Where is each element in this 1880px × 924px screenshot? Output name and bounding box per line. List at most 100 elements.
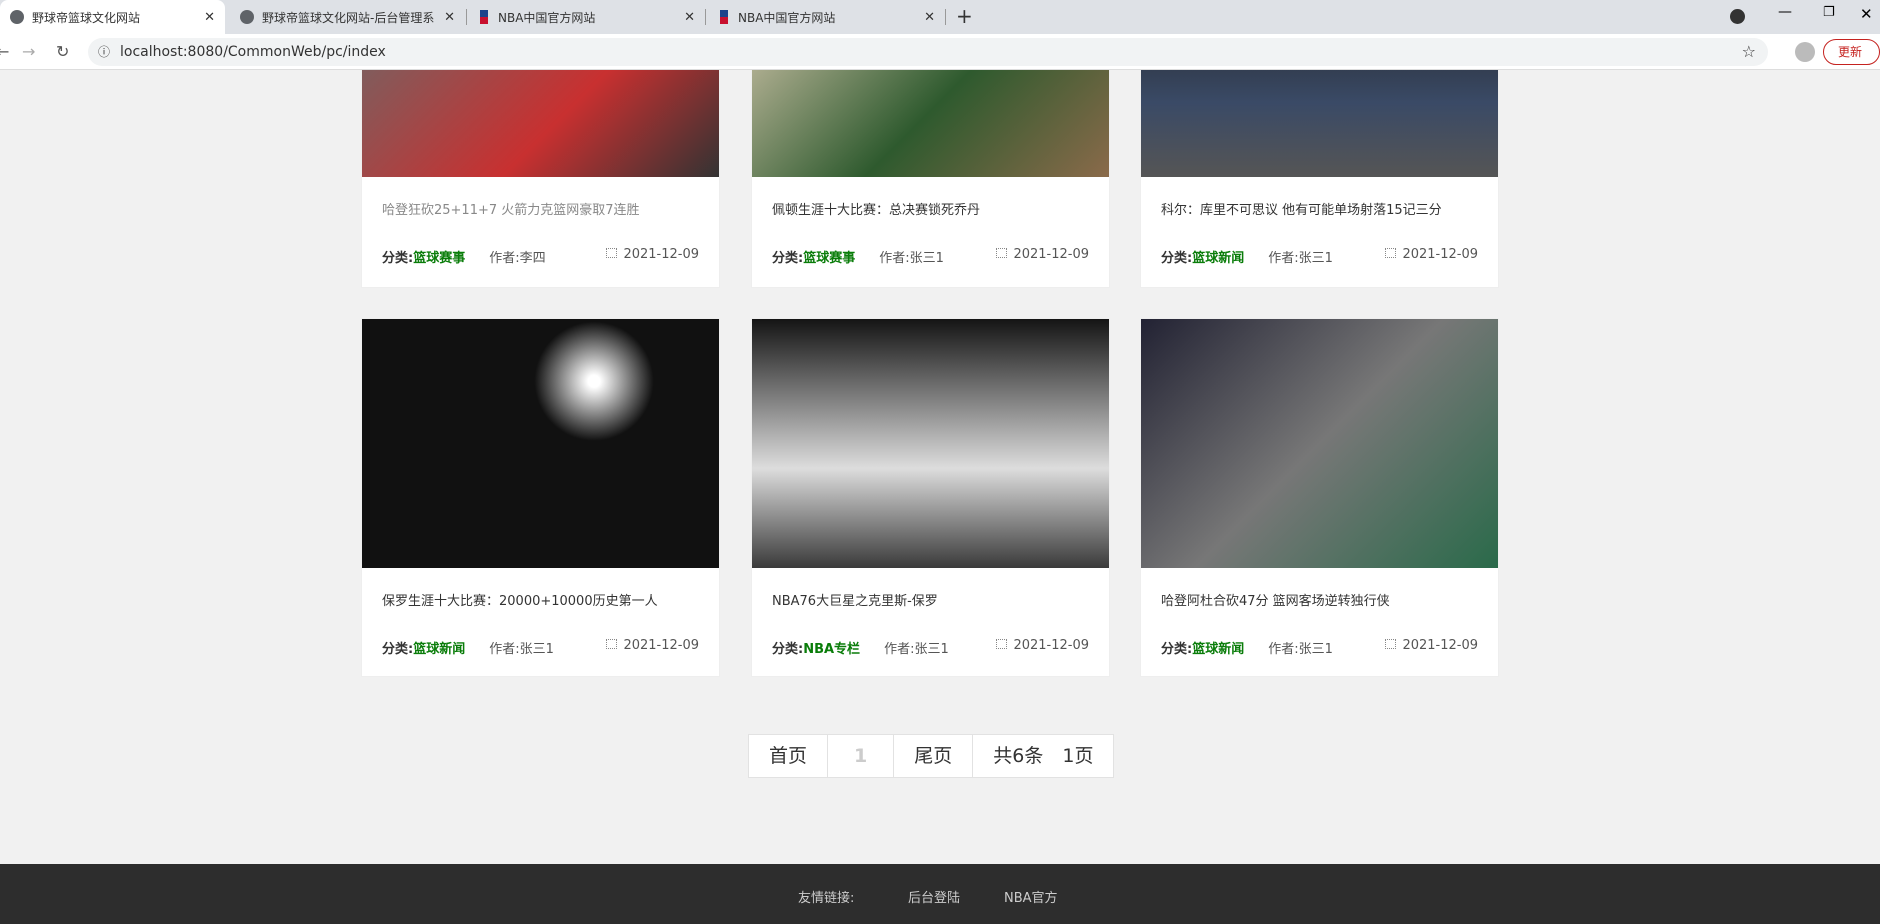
date: 2021-12-09	[996, 247, 1089, 266]
restore-icon[interactable]: ❐	[1823, 5, 1835, 20]
tab-admin[interactable]: 野球帝篮球文化网站-后台管理系 ✕	[230, 0, 465, 34]
info-icon: ⓘ	[98, 45, 111, 59]
tab-nba-2[interactable]: NBA中国官方网站 ✕	[710, 0, 945, 34]
category-link[interactable]: 篮球新闻	[413, 642, 465, 657]
update-button[interactable]: 更新	[1823, 39, 1880, 65]
nba-logo-icon	[480, 10, 488, 24]
back-icon[interactable]: ←	[0, 42, 9, 61]
author: 作者:张三1	[1268, 251, 1333, 266]
article-meta: 分类:篮球新闻 作者:张三1 2021-12-09	[382, 638, 699, 657]
tab-search-icon[interactable]	[1730, 9, 1745, 24]
url-text: localhost:8080/CommonWeb/pc/index	[120, 44, 386, 60]
close-icon[interactable]: ✕	[204, 10, 215, 25]
date-text: 2021-12-09	[1013, 638, 1089, 653]
article-title[interactable]: 哈登狂砍25+11+7 火箭力克篮网豪取7连胜	[362, 199, 719, 219]
last-page-button[interactable]: 尾页	[894, 735, 974, 777]
tab-label: 野球帝篮球文化网站	[32, 10, 141, 25]
category-label: 分类:	[772, 642, 804, 657]
calendar-icon	[996, 639, 1008, 649]
date-text: 2021-12-09	[623, 247, 699, 262]
category-link[interactable]: 篮球赛事	[413, 251, 465, 266]
close-window-icon[interactable]: ✕	[1860, 5, 1873, 23]
category: 分类:篮球新闻	[382, 638, 465, 657]
category-link[interactable]: 篮球赛事	[803, 251, 855, 266]
category-link[interactable]: 篮球新闻	[1192, 642, 1244, 657]
close-icon[interactable]: ✕	[924, 10, 935, 25]
first-page-button[interactable]: 首页	[749, 735, 829, 777]
article-card[interactable]: NBA76大巨星之克里斯-保罗 分类:NBA专栏 作者:张三1 2021-12-…	[751, 318, 1110, 677]
footer: 友情链接: 后台登陆 NBA官方	[0, 864, 1880, 924]
date: 2021-12-09	[1385, 638, 1478, 657]
category: 分类:NBA专栏	[772, 638, 860, 657]
article-card[interactable]: 保罗生涯十大比赛：20000+10000历史第一人 分类:篮球新闻 作者:张三1…	[361, 318, 720, 677]
calendar-icon	[1385, 248, 1397, 258]
star-icon[interactable]: ☆	[1742, 38, 1756, 66]
category: 分类:篮球新闻	[1161, 638, 1244, 657]
category-label: 分类:	[1161, 642, 1193, 657]
reload-icon[interactable]: ↻	[56, 42, 69, 61]
date-text: 2021-12-09	[1402, 247, 1478, 262]
article-meta: 分类:篮球新闻 作者:张三1 2021-12-09	[1161, 638, 1478, 657]
close-icon[interactable]: ✕	[684, 10, 695, 25]
tab-home[interactable]: 野球帝篮球文化网站 ✕	[0, 0, 225, 34]
tab-label: NBA中国官方网站	[498, 10, 596, 25]
globe-icon	[240, 10, 254, 24]
friend-links-label: 友情链接:	[798, 891, 855, 906]
author: 作者:张三1	[1268, 642, 1333, 657]
article-meta: 分类:NBA专栏 作者:张三1 2021-12-09	[772, 638, 1089, 657]
article-card[interactable]: 哈登阿杜合砍47分 篮网客场逆转独行侠 分类:篮球新闻 作者:张三1 2021-…	[1140, 318, 1499, 677]
article-title[interactable]: 科尔：库里不可思议 他有可能单场射落15记三分	[1141, 199, 1498, 219]
calendar-icon	[1385, 639, 1397, 649]
nba-logo-icon	[720, 10, 728, 24]
total-count: 共6条 1页	[993, 745, 1094, 767]
article-title[interactable]: 保罗生涯十大比赛：20000+10000历史第一人	[362, 590, 719, 610]
category: 分类:篮球新闻	[1161, 247, 1244, 266]
tab-label: 野球帝篮球文化网站-后台管理系	[262, 10, 435, 25]
current-page: 1	[828, 735, 895, 777]
minimize-icon[interactable]: —	[1778, 4, 1792, 20]
author: 作者:张三1	[884, 642, 949, 657]
category-label: 分类:	[382, 251, 414, 266]
date-text: 2021-12-09	[623, 638, 699, 653]
url-input[interactable]: ⓘ localhost:8080/CommonWeb/pc/index ☆	[88, 38, 1768, 66]
category-link[interactable]: NBA专栏	[803, 642, 860, 657]
article-image[interactable]	[1141, 319, 1498, 568]
article-title[interactable]: 哈登阿杜合砍47分 篮网客场逆转独行侠	[1141, 590, 1498, 610]
author: 作者:张三1	[489, 642, 554, 657]
article-title[interactable]: NBA76大巨星之克里斯-保罗	[752, 590, 1109, 610]
category: 分类:篮球赛事	[382, 247, 465, 266]
article-meta: 分类:篮球赛事 作者:张三1 2021-12-09	[772, 247, 1089, 266]
footer-link-admin[interactable]: 后台登陆	[908, 887, 960, 906]
date: 2021-12-09	[1385, 247, 1478, 266]
date: 2021-12-09	[996, 638, 1089, 657]
category: 分类:篮球赛事	[772, 247, 855, 266]
pagination: 首页 1 尾页 共6条 1页	[748, 734, 1115, 778]
article-title[interactable]: 佩顿生涯十大比赛：总决赛锁死乔丹	[752, 199, 1109, 219]
footer-link-nba[interactable]: NBA官方	[1004, 887, 1058, 906]
tab-nba-1[interactable]: NBA中国官方网站 ✕	[470, 0, 705, 34]
calendar-icon	[606, 248, 618, 258]
forward-icon[interactable]: →	[22, 42, 35, 61]
tab-bar: 野球帝篮球文化网站 ✕ 野球帝篮球文化网站-后台管理系 ✕ NBA中国官方网站 ✕ N…	[0, 0, 1880, 34]
article-meta: 分类:篮球新闻 作者:张三1 2021-12-09	[1161, 247, 1478, 266]
date: 2021-12-09	[606, 247, 699, 266]
category-label: 分类:	[382, 642, 414, 657]
close-icon[interactable]: ✕	[444, 10, 455, 25]
date: 2021-12-09	[606, 638, 699, 657]
tab-label: NBA中国官方网站	[738, 10, 836, 25]
category-label: 分类:	[1161, 251, 1193, 266]
author: 作者:张三1	[879, 251, 944, 266]
globe-icon	[10, 10, 24, 24]
article-image[interactable]	[362, 319, 719, 568]
calendar-icon	[996, 248, 1008, 258]
profile-icon[interactable]	[1795, 42, 1815, 62]
date-text: 2021-12-09	[1013, 247, 1089, 262]
article-image[interactable]	[752, 319, 1109, 568]
article-meta: 分类:篮球赛事 作者:李四 2021-12-09	[382, 247, 699, 266]
category-link[interactable]: 篮球新闻	[1192, 251, 1244, 266]
address-bar: ← → ↻ ⓘ localhost:8080/CommonWeb/pc/index…	[0, 34, 1880, 70]
category-label: 分类:	[772, 251, 804, 266]
new-tab-icon[interactable]: +	[956, 4, 973, 28]
author: 作者:李四	[489, 251, 546, 266]
calendar-icon	[606, 639, 618, 649]
